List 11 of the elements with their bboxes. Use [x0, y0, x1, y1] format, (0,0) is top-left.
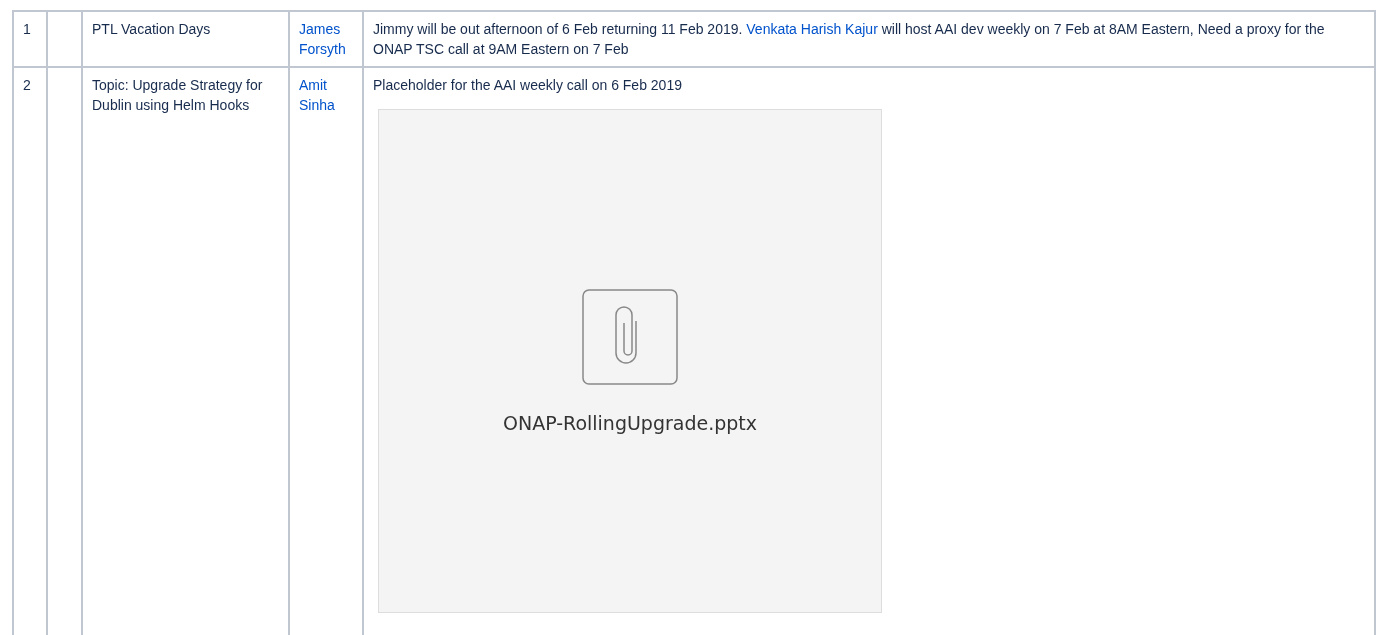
- agenda-item: PTL Vacation Days: [82, 11, 289, 67]
- notes-text: Jimmy will be out afternoon of 6 Feb returning 11 Feb 2019. Venkata Harish Kajur will host AAI dev weekly on 7 Feb at 8AM Eastern, Need a proxy for the ONAP TSC call at 9AM Eastern on 7 Feb: [373, 20, 1326, 59]
- user-link[interactable]: Amit Sinha: [299, 75, 353, 115]
- table-cell: [47, 11, 82, 67]
- notes-text: Placeholder for the AAI weekly call on 6 Feb 2019: [373, 76, 683, 95]
- attachment-preview[interactable]: ONAP-RollingUpgrade.pptx: [378, 109, 882, 613]
- user-mention[interactable]: Venkata Harish Kajur: [746, 21, 878, 37]
- attachment-filename: ONAP-RollingUpgrade.pptx: [502, 413, 758, 433]
- paperclip-icon: [582, 289, 678, 385]
- row-number: 2: [13, 67, 47, 635]
- row-number: 1: [13, 11, 47, 67]
